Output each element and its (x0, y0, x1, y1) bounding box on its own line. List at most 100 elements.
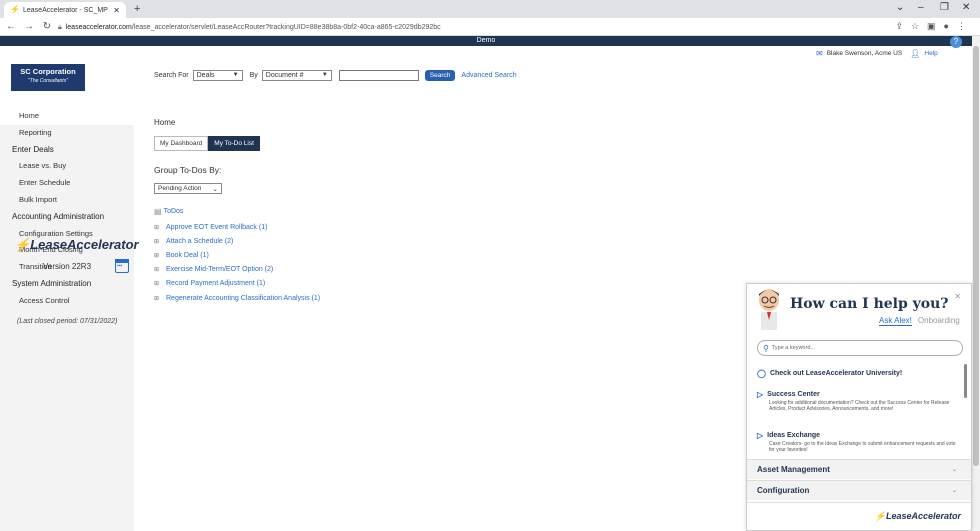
accordion-asset-management[interactable]: Asset Management ⌄ (747, 459, 971, 479)
leaseaccelerator-logo: ⚡LeaseAccelerator (14, 237, 139, 252)
help-chat-widget: How can I help you? ✕ Ask Alex! Onboardi… (746, 283, 972, 531)
chat-search-input[interactable]: ⚲ Type a keyword... (757, 340, 963, 356)
mail-icon[interactable]: ✉ (816, 49, 823, 58)
arrow-icon: ▷ (757, 431, 764, 440)
chevron-down-icon: ▼ (321, 72, 328, 78)
todo-label: Attach a Schedule (2) (166, 237, 234, 245)
sidebar-item-system-administration[interactable]: System Administration (0, 276, 134, 293)
todo-label: Approve EOT Event Rollback (1) (166, 223, 268, 231)
calendar-icon[interactable] (115, 259, 129, 273)
ideas-exchange-entry[interactable]: ▷ Ideas Exchange Case Creators- go to the… (757, 431, 957, 453)
entry-title: Ideas Exchange (767, 432, 821, 439)
new-tab-icon[interactable]: + (134, 3, 140, 15)
accordion-label: Configuration (757, 486, 810, 495)
url-path: /lease_accelerator/servlet/LeaseAccRoute… (131, 24, 441, 31)
advanced-search-link[interactable]: Advanced Search (461, 72, 516, 79)
group-by-value: Pending Action (158, 185, 202, 192)
chat-tabs: Ask Alex! Onboarding (879, 316, 960, 326)
back-icon[interactable]: ← (4, 21, 18, 32)
chevron-down-icon: ⌄ (951, 467, 957, 473)
sidebar-item-lease-vs-buy[interactable]: Lease vs. Buy (0, 158, 134, 175)
sidebar-item-home[interactable]: Home (0, 108, 134, 125)
tab-title: LeaseAccelerator - SC_MP - lsswi (23, 6, 109, 14)
close-icon[interactable]: ✕ (954, 292, 961, 301)
sidebar-item-accounting-administration[interactable]: Accounting Administration (0, 209, 134, 226)
close-window-icon[interactable]: ✕ (962, 2, 970, 13)
todo-item[interactable]: ⊞ Regenerate Accounting Classification An… (154, 291, 320, 305)
tab-my-todo-list[interactable]: My To-Do List (208, 136, 260, 151)
sidebar-item-enter-deals[interactable]: Enter Deals (0, 142, 134, 159)
group-by-select[interactable]: Pending Action ⌄ (154, 183, 222, 194)
sidebar: Home Reporting Enter Deals Lease vs. Buy Ent… (0, 108, 134, 531)
browser-tab[interactable]: ⚡ LeaseAccelerator - SC_MP - lsswi ✕ (4, 2, 126, 18)
sidebar-item-reporting[interactable]: Reporting (0, 125, 134, 142)
search-button[interactable]: Search (424, 70, 456, 81)
expand-icon[interactable]: ⊞ (154, 266, 166, 273)
university-label: Check out LeaseAccelerator University! (769, 370, 903, 377)
chat-brand-logo: ⚡LeaseAccelerator (874, 511, 961, 521)
success-center-entry[interactable]: ▷ Success Center Looking for additional d… (757, 390, 957, 412)
search-for-label: Search For (154, 72, 189, 79)
dashboard-tabs: My Dashboard My To-Do List (154, 136, 260, 151)
todo-item[interactable]: ⊞ Record Payment Adjustment (1) (154, 277, 320, 291)
page-scrollbar[interactable] (972, 36, 980, 531)
restore-icon[interactable]: ❐ (940, 2, 949, 13)
expand-icon[interactable]: ⊞ (154, 280, 166, 287)
tab-ask-alex[interactable]: Ask Alex! (879, 316, 912, 326)
help-link[interactable]: Help (924, 50, 937, 57)
brand-text: LeaseAccelerator (30, 237, 139, 252)
todo-item[interactable]: ⊞ Book Deal (1) (154, 248, 320, 262)
expand-icon[interactable]: ⊞ (154, 295, 166, 302)
arrow-icon: ▷ (757, 390, 764, 399)
favicon-icon: ⚡ (10, 5, 20, 14)
forward-icon[interactable]: → (22, 21, 36, 32)
accordion-configuration[interactable]: Configuration ⌄ (747, 480, 971, 500)
url-field[interactable]: 🔒︎ leaseaccelerator.com/lease_accelerator… (58, 21, 898, 34)
university-link[interactable]: ◯ Check out LeaseAccelerator University! (757, 369, 902, 378)
user-name[interactable]: Blake Swenson, Acme US (827, 50, 903, 57)
todo-label: Exercise Mid-Term/EOT Option (2) (166, 266, 274, 274)
todo-item[interactable]: ⊞ Exercise Mid-Term/EOT Option (2) (154, 263, 320, 277)
search-for-select[interactable]: Deals ▼ (192, 70, 243, 81)
expand-icon[interactable]: ⊞ (154, 224, 166, 231)
alex-avatar (759, 289, 779, 330)
tab-list-icon[interactable]: ⌄ (896, 2, 904, 13)
search-for-value: Deals (196, 72, 215, 79)
expand-icon[interactable]: ⊞ (154, 238, 166, 245)
tab-onboarding[interactable]: Onboarding (918, 316, 960, 326)
search-icon: ⚲ (763, 343, 769, 353)
address-bar: ← → ↻ 🔒︎ leaseaccelerator.com/lease_accel… (0, 18, 980, 36)
company-tagline: "The Consultants" (28, 78, 68, 84)
chat-brand-text: LeaseAccelerator (885, 511, 961, 521)
by-select[interactable]: Document # ▼ (261, 70, 332, 81)
lock-icon: 🔒︎ (58, 24, 62, 31)
page-title: Home (154, 118, 176, 127)
entry-title: Success Center (767, 391, 820, 398)
tab-my-dashboard[interactable]: My Dashboard (154, 136, 209, 151)
toolbar-icons[interactable]: ⇪☆▣●⋮ (895, 21, 974, 32)
reload-icon[interactable]: ↻ (40, 21, 54, 32)
version-label: Version 22R3 (43, 262, 92, 271)
expand-icon[interactable]: ⊞ (154, 252, 166, 259)
minimize-icon[interactable]: – (918, 2, 924, 13)
todo-list: ⊞ Approve EOT Event Rollback (1) ⊞ Attach a… (154, 220, 320, 305)
person-icon[interactable]: 👤︎ (910, 49, 920, 58)
todo-item[interactable]: ⊞ Approve EOT Event Rollback (1) (154, 220, 320, 234)
chat-scrollbar[interactable] (964, 364, 967, 398)
scrollbar-thumb[interactable] (973, 46, 979, 466)
todo-label: Book Deal (1) (166, 251, 209, 259)
help-bubble-icon[interactable]: ? (950, 36, 962, 48)
company-logo[interactable]: SC Corporation "The Consultants" (11, 64, 85, 91)
sidebar-item-bulk-import[interactable]: Bulk Import (0, 192, 134, 209)
chat-bubble-icon: ◯ (757, 369, 766, 378)
todos-tree-root[interactable]: ▤ ToDos (154, 207, 183, 216)
user-menu: ✉ Blake Swenson, Acme US 👤︎ Help (816, 49, 938, 58)
sidebar-item-enter-schedule[interactable]: Enter Schedule (0, 175, 134, 192)
close-tab-icon[interactable]: ✕ (113, 6, 120, 15)
search-input[interactable] (338, 70, 419, 81)
sidebar-item-access-control[interactable]: Access Control (0, 293, 134, 310)
chat-headline: How can I help you? (790, 296, 949, 312)
todo-item[interactable]: ⊞ Attach a Schedule (2) (154, 234, 320, 248)
chevron-down-icon: ▼ (232, 72, 239, 78)
accordion-label: Asset Management (757, 465, 830, 474)
